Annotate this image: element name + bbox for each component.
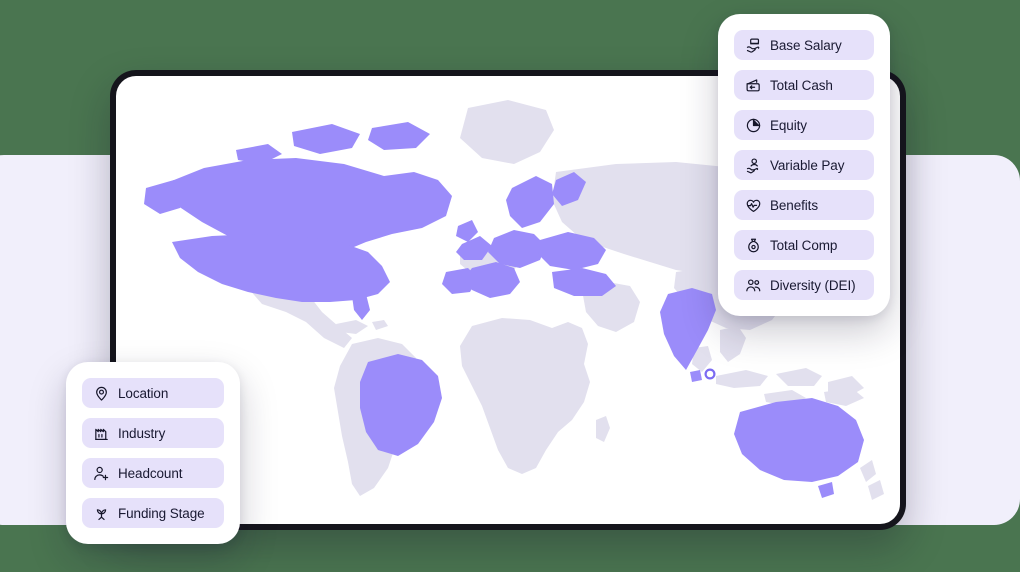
pill-label: Equity	[770, 117, 807, 133]
pill-label: Total Cash	[770, 77, 833, 93]
pill-label: Industry	[118, 425, 166, 441]
money-bag-icon	[745, 237, 762, 254]
map-marker-singapore[interactable]	[704, 368, 716, 380]
pie-chart-icon	[745, 117, 762, 134]
salary-hand-icon	[745, 37, 762, 54]
screen: Base Salary Total Cash Equity Variable P…	[0, 0, 1020, 572]
company-filters-panel: Location Industry Headcount Funding Stag…	[66, 362, 240, 544]
pill-headcount[interactable]: Headcount	[82, 458, 224, 488]
pill-label: Funding Stage	[118, 505, 205, 521]
sprout-icon	[93, 505, 110, 522]
pill-total-cash[interactable]: Total Cash	[734, 70, 874, 100]
pill-label: Headcount	[118, 465, 183, 481]
person-hand-icon	[745, 157, 762, 174]
pill-total-comp[interactable]: Total Comp	[734, 230, 874, 260]
pill-benefits[interactable]: Benefits	[734, 190, 874, 220]
pill-base-salary[interactable]: Base Salary	[734, 30, 874, 60]
pill-equity[interactable]: Equity	[734, 110, 874, 140]
pill-label: Base Salary	[770, 37, 842, 53]
pill-diversity-dei[interactable]: Diversity (DEI)	[734, 270, 874, 300]
pill-industry[interactable]: Industry	[82, 418, 224, 448]
map-pin-icon	[93, 385, 110, 402]
cash-wallet-icon	[745, 77, 762, 94]
factory-icon	[93, 425, 110, 442]
user-plus-icon	[93, 465, 110, 482]
pill-label: Variable Pay	[770, 157, 845, 173]
pill-location[interactable]: Location	[82, 378, 224, 408]
pill-variable-pay[interactable]: Variable Pay	[734, 150, 874, 180]
pill-label: Location	[118, 385, 169, 401]
users-icon	[745, 277, 762, 294]
compensation-metrics-panel: Base Salary Total Cash Equity Variable P…	[718, 14, 890, 316]
heart-pulse-icon	[745, 197, 762, 214]
pill-funding-stage[interactable]: Funding Stage	[82, 498, 224, 528]
pill-label: Benefits	[770, 197, 818, 213]
pill-label: Total Comp	[770, 237, 838, 253]
pill-label: Diversity (DEI)	[770, 277, 856, 293]
